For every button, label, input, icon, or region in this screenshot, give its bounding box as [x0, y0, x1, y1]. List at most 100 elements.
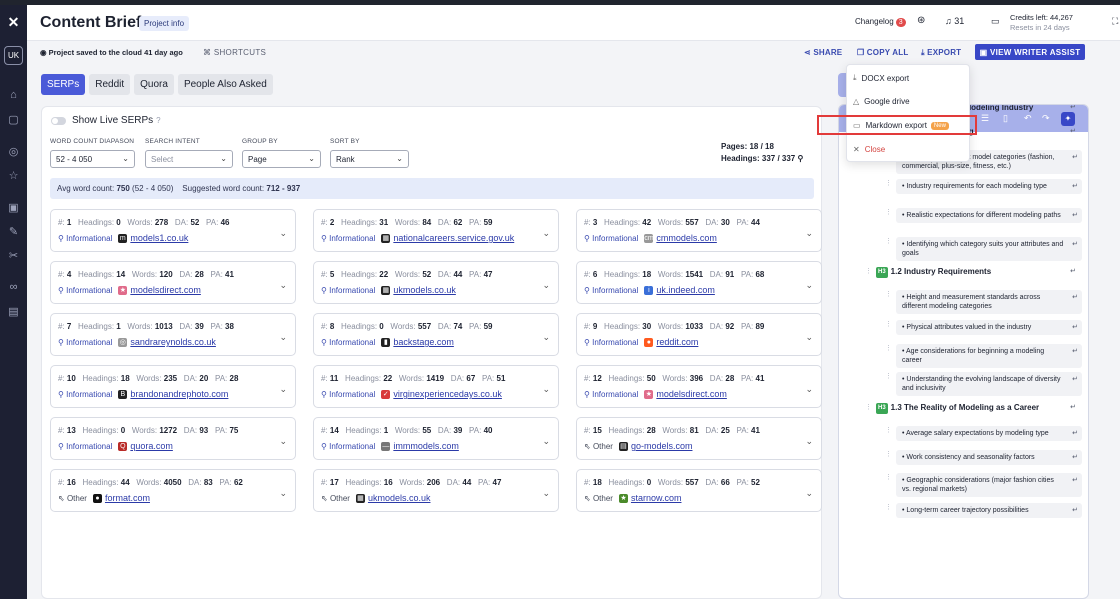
trash-icon[interactable]: ▯: [1003, 113, 1008, 124]
site-link[interactable]: format.com: [105, 493, 150, 503]
drag-handle-icon[interactable]: ⋮: [885, 320, 892, 329]
chevron-down-icon[interactable]: ⌄: [805, 280, 813, 291]
enter-icon[interactable]: ↵: [1070, 267, 1076, 276]
list-icon[interactable]: ☰: [981, 113, 989, 124]
result-card[interactable]: #: 15 Headings: 28 Words: 81 DA: 25 PA: …: [576, 417, 822, 460]
site-link[interactable]: brandonandrephoto.com: [130, 389, 228, 399]
site-link[interactable]: nationalcareers.service.gov.uk: [393, 233, 514, 243]
docx-export-item[interactable]: ⤓ DOCX export: [853, 73, 909, 83]
compass-icon[interactable]: ◎: [9, 139, 19, 163]
edit-icon[interactable]: ✎: [9, 219, 18, 243]
outline-point[interactable]: ⋮ • Average salary expectations by modeli…: [885, 426, 1082, 441]
result-card[interactable]: #: 18 Headings: 0 Words: 557 DA: 66 PA: …: [576, 469, 822, 512]
enter-icon[interactable]: ↵: [1072, 323, 1078, 332]
result-card[interactable]: #: 8 Headings: 0 Words: 557 DA: 74 PA: 5…: [313, 313, 559, 356]
outline-point[interactable]: ⋮ • Long-term career trajectory possibili…: [885, 503, 1082, 518]
site-link[interactable]: backstage.com: [393, 337, 454, 347]
site-link[interactable]: uk.indeed.com: [656, 285, 715, 295]
result-card[interactable]: #: 4 Headings: 14 Words: 120 DA: 28 PA: …: [50, 261, 296, 304]
enter-icon[interactable]: ↵: [1070, 403, 1076, 412]
tab-serps[interactable]: SERPs: [41, 74, 86, 95]
site-link[interactable]: models1.co.uk: [130, 233, 188, 243]
link-icon[interactable]: ∞: [10, 275, 18, 299]
drag-handle-icon[interactable]: ⋮: [885, 237, 892, 246]
drag-handle-icon[interactable]: ⋮: [885, 503, 892, 512]
google-drive-item[interactable]: △ Google drive: [853, 97, 910, 106]
outline-point[interactable]: ⋮ • Age considerations for beginning a mo…: [885, 344, 1082, 368]
brief-icon[interactable]: ▣: [8, 195, 18, 219]
drag-handle-icon[interactable]: ⋮: [885, 450, 892, 459]
outline-point[interactable]: ⋮ • Physical attributes valued in the ind…: [885, 320, 1082, 335]
result-card[interactable]: #: 7 Headings: 1 Words: 1013 DA: 39 PA: …: [50, 313, 296, 356]
result-card[interactable]: #: 13 Headings: 0 Words: 1272 DA: 93 PA:…: [50, 417, 296, 460]
export-button[interactable]: ⤓ EXPORT: [921, 48, 961, 58]
site-link[interactable]: ukmodels.co.uk: [393, 285, 456, 295]
enter-icon[interactable]: ↵: [1072, 293, 1078, 302]
result-card[interactable]: #: 2 Headings: 31 Words: 84 DA: 62 PA: 5…: [313, 209, 559, 252]
outline-h3[interactable]: ⋮ H3 1.3 The Reality of Modeling as a Care…: [865, 403, 1082, 414]
enter-icon[interactable]: ↵: [1072, 347, 1078, 356]
site-link[interactable]: modelsdirect.com: [656, 389, 727, 399]
site-link[interactable]: virginexperiencedays.co.uk: [393, 389, 502, 399]
chevron-down-icon[interactable]: ⌄: [542, 488, 550, 499]
enter-icon[interactable]: ↵: [1072, 153, 1078, 162]
drag-handle-icon[interactable]: ⋮: [885, 344, 892, 353]
app-logo-icon[interactable]: ✕: [4, 13, 23, 32]
result-card[interactable]: #: 3 Headings: 42 Words: 557 DA: 30 PA: …: [576, 209, 822, 252]
result-card[interactable]: #: 6 Headings: 18 Words: 1541 DA: 91 PA:…: [576, 261, 822, 304]
project-info-button[interactable]: Project info: [139, 16, 190, 31]
view-writer-assist-button[interactable]: ▣ VIEW WRITER ASSIST: [975, 44, 1085, 60]
enter-icon[interactable]: ↵: [1072, 182, 1078, 191]
result-card[interactable]: #: 10 Headings: 18 Words: 235 DA: 20 PA:…: [50, 365, 296, 408]
outline-point[interactable]: ⋮ • Identifying which category suits your…: [885, 237, 1082, 261]
undo-icon[interactable]: ↶: [1024, 113, 1032, 124]
chevron-down-icon[interactable]: ⌄: [805, 384, 813, 395]
info-icon[interactable]: ?: [156, 116, 160, 125]
home-icon[interactable]: ⌂: [10, 83, 17, 107]
chat-icon[interactable]: ▤: [8, 299, 18, 323]
drag-handle-icon[interactable]: ⋮: [885, 372, 892, 381]
chevron-down-icon[interactable]: ⌄: [279, 436, 287, 447]
group-by-select[interactable]: Page ⌄: [242, 150, 321, 168]
outline-point[interactable]: ⋮ • Geographic considerations (major fash…: [885, 473, 1082, 497]
drag-handle-icon[interactable]: ⋮: [865, 403, 872, 412]
chevron-down-icon[interactable]: ⌄: [805, 488, 813, 499]
drag-handle-icon[interactable]: ⋮: [885, 473, 892, 482]
copy-all-button[interactable]: ❐ COPY ALL: [857, 48, 908, 57]
magic-wand-icon[interactable]: ✦: [1061, 112, 1075, 126]
chevron-down-icon[interactable]: ⌄: [542, 228, 550, 239]
outline-point[interactable]: ⋮ • Height and measurement standards acro…: [885, 290, 1082, 314]
enter-icon[interactable]: ↵: [1072, 211, 1078, 220]
chevron-down-icon[interactable]: ⌄: [279, 384, 287, 395]
pin-icon[interactable]: ⚲: [798, 154, 804, 163]
chevron-down-icon[interactable]: ⌄: [805, 332, 813, 343]
outline-point[interactable]: ⋮ • Work consistency and seasonality fact…: [885, 450, 1082, 465]
word-count-select[interactable]: 52 - 4 050 ⌄: [50, 150, 135, 168]
chevron-down-icon[interactable]: ⌄: [279, 280, 287, 291]
enter-icon[interactable]: ↵: [1072, 506, 1078, 515]
result-card[interactable]: #: 11 Headings: 22 Words: 1419 DA: 67 PA…: [313, 365, 559, 408]
chevron-down-icon[interactable]: ⌄: [805, 228, 813, 239]
chevron-down-icon[interactable]: ⌄: [542, 436, 550, 447]
outline-h3[interactable]: ⋮ H3 1.2 Industry Requirements ↵: [865, 267, 1082, 278]
outline-point[interactable]: ⋮ • Realistic expectations for different …: [885, 208, 1082, 223]
tab-quora[interactable]: Quora: [134, 74, 174, 95]
outline-point[interactable]: ⋮ • Industry requirements for each modeli…: [885, 179, 1082, 194]
site-link[interactable]: modelsdirect.com: [130, 285, 201, 295]
avatar[interactable]: UK: [4, 46, 23, 65]
result-card[interactable]: #: 16 Headings: 44 Words: 4050 DA: 83 PA…: [50, 469, 296, 512]
site-link[interactable]: immmodels.com: [393, 441, 459, 451]
result-card[interactable]: #: 9 Headings: 30 Words: 1033 DA: 92 PA:…: [576, 313, 822, 356]
share-button[interactable]: ⋖ SHARE: [804, 48, 842, 57]
redo-icon[interactable]: ↷: [1042, 113, 1050, 124]
star-icon[interactable]: ☆: [9, 163, 19, 187]
site-link[interactable]: go-models.com: [631, 441, 693, 451]
tools-icon[interactable]: ✂: [9, 243, 18, 267]
help-icon[interactable]: ⊛: [917, 15, 925, 26]
enter-icon[interactable]: ↵: [1072, 429, 1078, 438]
outline-point[interactable]: ⋮ • Understanding the evolving landscape …: [885, 372, 1082, 396]
enter-icon[interactable]: ↵: [1070, 127, 1076, 136]
enter-icon[interactable]: ↵: [1070, 105, 1076, 112]
site-link[interactable]: quora.com: [130, 441, 173, 451]
changelog-button[interactable]: Changelog 3: [855, 17, 906, 27]
